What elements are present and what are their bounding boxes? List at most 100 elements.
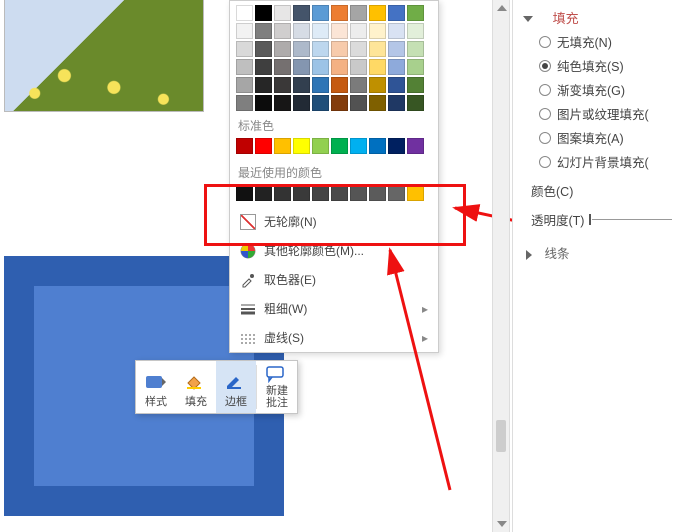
color-swatch[interactable] (312, 59, 329, 75)
color-swatch[interactable] (407, 185, 424, 201)
color-swatch[interactable] (407, 95, 424, 111)
scroll-thumb[interactable] (496, 420, 506, 452)
color-swatch[interactable] (350, 138, 367, 154)
fill-section-header[interactable]: 填充 (523, 8, 672, 27)
color-swatch[interactable] (350, 41, 367, 57)
color-swatch[interactable] (388, 41, 405, 57)
color-swatch[interactable] (350, 23, 367, 39)
color-swatch[interactable] (369, 77, 386, 93)
color-swatch[interactable] (293, 77, 310, 93)
color-swatch[interactable] (312, 41, 329, 57)
color-swatch[interactable] (274, 95, 291, 111)
color-swatch[interactable] (388, 59, 405, 75)
color-swatch[interactable] (350, 5, 367, 21)
color-swatch[interactable] (369, 185, 386, 201)
color-swatch[interactable] (255, 138, 272, 154)
color-swatch[interactable] (236, 5, 253, 21)
color-swatch[interactable] (312, 5, 329, 21)
color-swatch[interactable] (274, 77, 291, 93)
color-swatch[interactable] (293, 59, 310, 75)
color-swatch[interactable] (255, 185, 272, 201)
color-swatch[interactable] (331, 5, 348, 21)
color-swatch[interactable] (293, 95, 310, 111)
color-swatch[interactable] (331, 41, 348, 57)
style-button[interactable]: 样式 (136, 361, 176, 413)
color-swatch[interactable] (255, 23, 272, 39)
color-swatch[interactable] (350, 95, 367, 111)
color-swatch[interactable] (369, 23, 386, 39)
color-swatch[interactable] (388, 95, 405, 111)
color-swatch[interactable] (312, 185, 329, 201)
color-swatch[interactable] (350, 185, 367, 201)
color-swatch[interactable] (236, 59, 253, 75)
color-swatch[interactable] (331, 23, 348, 39)
color-swatch[interactable] (350, 59, 367, 75)
color-swatch[interactable] (293, 5, 310, 21)
color-swatch[interactable] (388, 23, 405, 39)
color-swatch[interactable] (407, 5, 424, 21)
color-swatch[interactable] (236, 185, 253, 201)
color-swatch[interactable] (255, 41, 272, 57)
color-swatch[interactable] (255, 5, 272, 21)
color-swatch[interactable] (293, 41, 310, 57)
color-swatch[interactable] (274, 23, 291, 39)
color-swatch[interactable] (369, 41, 386, 57)
color-swatch[interactable] (407, 23, 424, 39)
color-swatch[interactable] (407, 41, 424, 57)
color-swatch[interactable] (407, 138, 424, 154)
scroll-up-icon[interactable] (497, 5, 507, 11)
color-swatch[interactable] (274, 59, 291, 75)
transparency-slider[interactable] (592, 219, 672, 220)
color-swatch[interactable] (293, 23, 310, 39)
vertical-scrollbar[interactable] (492, 0, 510, 532)
color-swatch[interactable] (331, 59, 348, 75)
color-swatch[interactable] (369, 5, 386, 21)
color-swatch[interactable] (255, 95, 272, 111)
color-swatch[interactable] (293, 185, 310, 201)
solid-fill-radio[interactable]: 纯色填充(S) (539, 56, 672, 75)
more-outline-colors-item[interactable]: 其他轮廓颜色(M)... (230, 236, 438, 265)
color-swatch[interactable] (369, 138, 386, 154)
color-swatch[interactable] (236, 41, 253, 57)
eyedropper-item[interactable]: 取色器(E) (230, 265, 438, 294)
color-swatch[interactable] (236, 138, 253, 154)
color-swatch[interactable] (274, 138, 291, 154)
color-swatch[interactable] (312, 138, 329, 154)
color-swatch[interactable] (331, 138, 348, 154)
no-fill-radio[interactable]: 无填充(N) (539, 32, 672, 51)
pattern-fill-radio[interactable]: 图案填充(A) (539, 128, 672, 147)
color-swatch[interactable] (331, 185, 348, 201)
color-swatch[interactable] (407, 59, 424, 75)
color-swatch[interactable] (274, 41, 291, 57)
color-swatch[interactable] (274, 5, 291, 21)
color-swatch[interactable] (388, 138, 405, 154)
color-swatch[interactable] (369, 59, 386, 75)
color-swatch[interactable] (331, 77, 348, 93)
fill-button[interactable]: 填充 (176, 361, 216, 413)
color-swatch[interactable] (312, 77, 329, 93)
color-swatch[interactable] (255, 59, 272, 75)
color-swatch[interactable] (388, 77, 405, 93)
dashes-item[interactable]: 虚线(S) ▸ (230, 323, 438, 352)
color-swatch[interactable] (388, 185, 405, 201)
color-swatch[interactable] (407, 77, 424, 93)
picture-fill-radio[interactable]: 图片或纹理填充( (539, 104, 672, 123)
color-swatch[interactable] (236, 95, 253, 111)
color-swatch[interactable] (274, 185, 291, 201)
color-swatch[interactable] (331, 95, 348, 111)
slide-bg-fill-radio[interactable]: 幻灯片背景填充( (539, 152, 672, 171)
color-swatch[interactable] (369, 95, 386, 111)
line-section-header[interactable]: 线条 (525, 243, 672, 262)
color-swatch[interactable] (255, 77, 272, 93)
color-swatch[interactable] (388, 5, 405, 21)
color-swatch[interactable] (312, 95, 329, 111)
scroll-down-icon[interactable] (497, 521, 507, 527)
border-button[interactable]: 边框 (216, 361, 256, 413)
color-swatch[interactable] (312, 23, 329, 39)
color-swatch[interactable] (236, 77, 253, 93)
color-swatch[interactable] (236, 23, 253, 39)
no-outline-item[interactable]: 无轮廓(N) (230, 207, 438, 236)
gradient-fill-radio[interactable]: 渐变填充(G) (539, 80, 672, 99)
new-comment-button[interactable]: 新建 批注 (257, 361, 297, 413)
slide-thumbnail[interactable] (4, 0, 204, 112)
